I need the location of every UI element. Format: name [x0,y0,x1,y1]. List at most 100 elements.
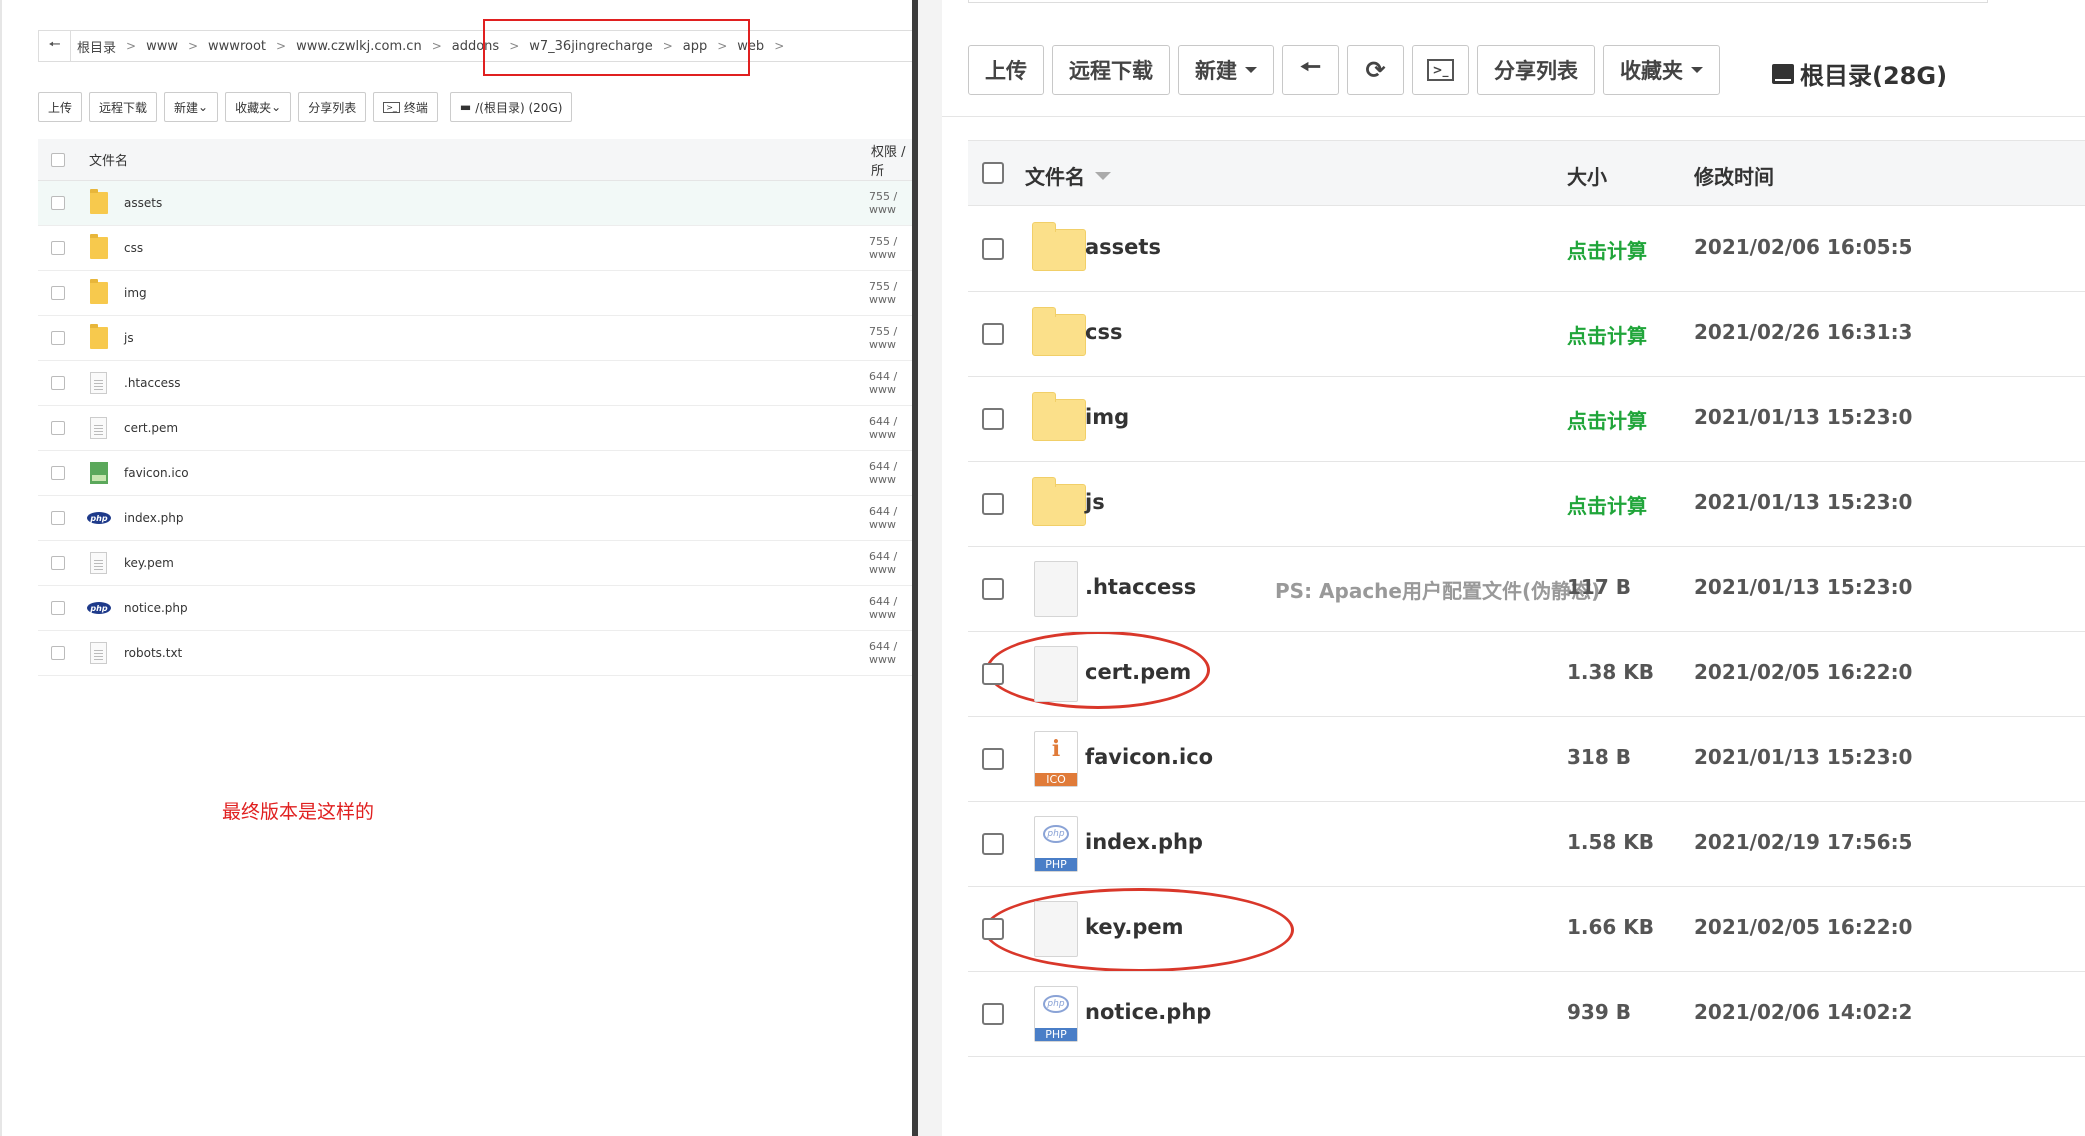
row-checkbox[interactable] [982,238,1004,260]
table-row[interactable]: cert.pem 1.38 KB 2021/02/05 16:22:0 [968,632,2085,717]
row-checkbox[interactable] [51,646,65,660]
favorites-dropdown-button[interactable]: 收藏夹 [1603,45,1720,95]
share-list-button[interactable]: 分享列表 [1477,45,1595,95]
remote-download-button[interactable]: 远程下载 [1052,45,1170,95]
table-row[interactable]: js 755 / www [38,316,912,361]
breadcrumb-item-domain[interactable]: www.czwlkj.com.cn [290,39,428,54]
row-checkbox[interactable] [51,601,65,615]
column-header-time[interactable]: 修改时间 [1694,161,1774,190]
table-row[interactable]: img 755 / www [38,271,912,316]
table-row[interactable]: php index.php 644 / www [38,496,912,541]
row-checkbox[interactable] [982,918,1004,940]
calculate-size-link[interactable]: 点击计算 [1567,320,1647,349]
file-name[interactable]: css [124,241,143,255]
terminal-button[interactable]: >_ [1412,45,1469,95]
row-checkbox[interactable] [982,493,1004,515]
file-name[interactable]: key.pem [124,556,174,570]
row-checkbox[interactable] [51,286,65,300]
row-checkbox[interactable] [51,376,65,390]
breadcrumb-item-root[interactable]: 根目录 [71,37,122,56]
file-permission[interactable]: 644 / www [869,505,912,531]
select-all-checkbox[interactable] [51,152,65,167]
calculate-size-link[interactable]: 点击计算 [1567,490,1647,519]
table-row[interactable]: css 点击计算 2021/02/26 16:31:3 [968,292,2085,377]
row-checkbox[interactable] [982,833,1004,855]
table-row[interactable]: .htaccess PS: Apache用户配置文件(伪静态) 117 B 2021/… [968,547,2085,632]
back-button[interactable]: 🠔 [39,31,71,61]
table-row[interactable]: favicon.ico 644 / www [38,451,912,496]
refresh-button[interactable]: ⟳ [1347,45,1404,95]
file-permission[interactable]: 644 / www [869,550,912,576]
row-checkbox[interactable] [982,578,1004,600]
row-checkbox[interactable] [51,556,65,570]
row-checkbox[interactable] [982,323,1004,345]
file-name[interactable]: index.php [124,511,183,525]
select-all-checkbox[interactable] [982,162,1004,184]
file-permission[interactable]: 755 / www [869,190,912,216]
file-permission[interactable]: 644 / www [869,640,912,666]
file-permission[interactable]: 644 / www [869,460,912,486]
remote-download-button[interactable]: 远程下载 [89,92,158,122]
file-permission[interactable]: 755 / www [869,235,912,261]
file-name[interactable]: css [1085,320,1122,344]
new-dropdown-button[interactable]: 新建 ⌄ [164,92,219,122]
table-row[interactable]: .htaccess 644 / www [38,361,912,406]
row-checkbox[interactable] [51,421,65,435]
row-checkbox[interactable] [51,511,65,525]
file-name[interactable]: js [1085,490,1105,514]
file-name[interactable]: .htaccess [124,376,181,390]
breadcrumb-item-www[interactable]: www [140,39,184,54]
file-name[interactable]: notice.php [124,601,188,615]
disk-indicator[interactable]: 根目录(28G) [1772,56,1947,91]
calculate-size-link[interactable]: 点击计算 [1567,235,1647,264]
row-checkbox[interactable] [982,663,1004,685]
row-checkbox[interactable] [51,241,65,255]
table-row[interactable]: key.pem 644 / www [38,541,912,586]
share-list-button[interactable]: 分享列表 [298,92,367,122]
file-name[interactable]: favicon.ico [1085,745,1213,769]
favorites-dropdown-button[interactable]: 收藏夹 ⌄ [225,92,292,122]
table-row[interactable]: key.pem 1.66 KB 2021/02/05 16:22:0 [968,887,2085,972]
column-header-name[interactable]: 文件名 [1025,161,1111,190]
table-row[interactable]: assets 755 / www [38,181,912,226]
file-name[interactable]: key.pem [1085,915,1184,939]
table-row[interactable]: php notice.php 644 / www [38,586,912,631]
row-checkbox[interactable] [51,466,65,480]
file-name[interactable]: assets [124,196,162,210]
table-row[interactable]: cert.pem 644 / www [38,406,912,451]
file-permission[interactable]: 755 / www [869,325,912,351]
file-name[interactable]: assets [1085,235,1161,259]
file-name[interactable]: img [1085,405,1129,429]
row-checkbox[interactable] [51,196,65,210]
upload-button[interactable]: 上传 [38,92,83,122]
column-header-name[interactable]: 文件名 [89,150,128,169]
row-checkbox[interactable] [982,748,1004,770]
table-row[interactable]: robots.txt 644 / www [38,631,912,676]
file-name[interactable]: js [124,331,134,345]
file-name[interactable]: robots.txt [124,646,182,660]
terminal-button[interactable]: >_ 终端 [373,92,438,122]
breadcrumb-item-wwwroot[interactable]: wwwroot [202,39,272,54]
calculate-size-link[interactable]: 点击计算 [1567,405,1647,434]
row-checkbox[interactable] [982,408,1004,430]
file-name[interactable]: cert.pem [124,421,178,435]
new-dropdown-button[interactable]: 新建 [1178,45,1274,95]
file-name[interactable]: favicon.ico [124,466,189,480]
file-remark[interactable]: PS: Apache用户配置文件(伪静态) [1275,575,1600,604]
upload-button[interactable]: 上传 [968,45,1044,95]
file-permission[interactable]: 755 / www [869,280,912,306]
table-row[interactable]: css 755 / www [38,226,912,271]
row-checkbox[interactable] [982,1003,1004,1025]
file-name[interactable]: img [124,286,147,300]
table-row[interactable]: assets 点击计算 2021/02/06 16:05:5 [968,207,2085,292]
disk-button[interactable]: ▬/(根目录) (20G) [449,92,573,122]
file-name[interactable]: notice.php [1085,1000,1211,1024]
row-checkbox[interactable] [51,331,65,345]
table-row[interactable]: i ICO favicon.ico 318 B 2021/01/13 15:23:0 [968,717,2085,802]
file-name[interactable]: cert.pem [1085,660,1191,684]
file-name[interactable]: index.php [1085,830,1203,854]
file-permission[interactable]: 644 / www [869,370,912,396]
table-row[interactable]: php PHP index.php 1.58 KB 2021/02/19 17:56:5 [968,802,2085,887]
table-row[interactable]: php PHP notice.php 939 B 2021/02/06 14:02:2 [968,972,2085,1057]
table-row[interactable]: img 点击计算 2021/01/13 15:23:0 [968,377,2085,462]
